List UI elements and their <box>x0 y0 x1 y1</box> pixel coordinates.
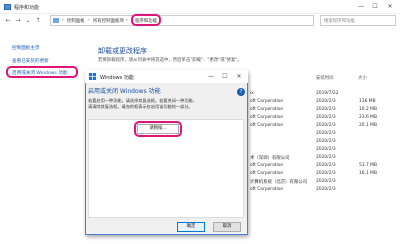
table-row[interactable]: 2020/2/3 <box>250 131 400 139</box>
breadcrumb-separator: › <box>126 18 128 23</box>
breadcrumb-control-panel[interactable]: 控制面板 <box>67 18 85 24</box>
page-subtitle: 若要卸载程序，请从列表中将其选中，然后单击"卸载"、"更改"或"修复"。 <box>98 58 242 63</box>
help-icon[interactable]: ? <box>237 88 245 96</box>
dialog-heading: 启用或关闭 Windows 功能 <box>88 88 161 95</box>
table-row[interactable]: oft Corporation 2020/2/3 16.1 MB <box>250 171 400 179</box>
column-install-time[interactable]: 安装时间 <box>316 75 334 81</box>
dialog-title: Windows 功能 <box>100 75 134 81</box>
window-title: 程序和功能 <box>14 5 40 11</box>
table-row[interactable]: oft Corporation 2020/2/3 53.7 MB <box>250 163 400 171</box>
table-row[interactable]: 术（深圳）有限公司 2020/2/3 <box>250 155 400 163</box>
close-button[interactable]: ✕ <box>385 3 395 11</box>
windows-logo-icon <box>89 73 96 80</box>
sidebar-highlight <box>6 66 78 78</box>
title-bar <box>0 0 400 14</box>
breadcrumb-all-items[interactable]: 所有控制面板项 <box>93 18 124 24</box>
cancel-button[interactable]: 取消 <box>213 222 241 232</box>
dialog-maximize-button[interactable]: ☐ <box>220 73 230 81</box>
table-row[interactable]: 2020/2/3 <box>250 139 400 147</box>
up-arrow-icon[interactable]: ↑ <box>34 17 42 25</box>
breadcrumb-separator: › <box>62 18 64 23</box>
breadcrumb-separator: › <box>88 18 90 23</box>
loading-button-highlight <box>134 121 182 137</box>
table-row[interactable]: oft Corporation 2020/2/3 23.6 MB <box>250 115 400 123</box>
page-title: 卸载或更改程序 <box>98 47 147 55</box>
dialog-description: 若要启用一种功能，请选择其复选框。若要关闭一种功能，请清除其复选框。填充的框表示… <box>88 98 197 110</box>
maximize-button[interactable]: ☐ <box>370 3 380 11</box>
table-row[interactable]: oft Corporation 2020/2/3 <box>250 187 400 195</box>
folder-icon <box>53 18 59 23</box>
table-row[interactable]: oft Corporation 2020/2/3 20.1 MB <box>250 123 400 131</box>
sidebar-link-home[interactable]: 控制面板主页 <box>12 45 40 51</box>
table-row[interactable]: ix 2019/7/22 <box>250 91 400 99</box>
dialog-close-button[interactable]: ✕ <box>234 73 244 81</box>
breadcrumb-highlight <box>131 14 161 26</box>
ok-button[interactable]: 确定 <box>177 222 205 232</box>
table-row[interactable]: oft Corporation 2020/2/3 10.2 MB <box>250 107 400 115</box>
dialog-minimize-button[interactable]: — <box>206 73 216 81</box>
table-row[interactable]: 计算机系统（北京）有限公司 2020/2/3 <box>250 179 400 187</box>
back-arrow-icon[interactable]: ← <box>4 17 12 25</box>
column-size[interactable]: 大小 <box>358 75 367 81</box>
recent-chevron-icon[interactable]: ⌄ <box>24 17 32 25</box>
table-row[interactable]: 2020/2/3 <box>250 147 400 155</box>
sidebar-link-updates[interactable]: 查看已安装的更新 <box>12 58 49 64</box>
table-row[interactable]: oft Corporation 2020/2/3 136 MB <box>250 99 400 107</box>
app-icon <box>4 4 11 10</box>
forward-arrow-icon[interactable]: → <box>14 17 22 25</box>
minimize-button[interactable]: — <box>356 3 366 11</box>
search-placeholder: 搜索程序和功能 <box>324 19 355 24</box>
